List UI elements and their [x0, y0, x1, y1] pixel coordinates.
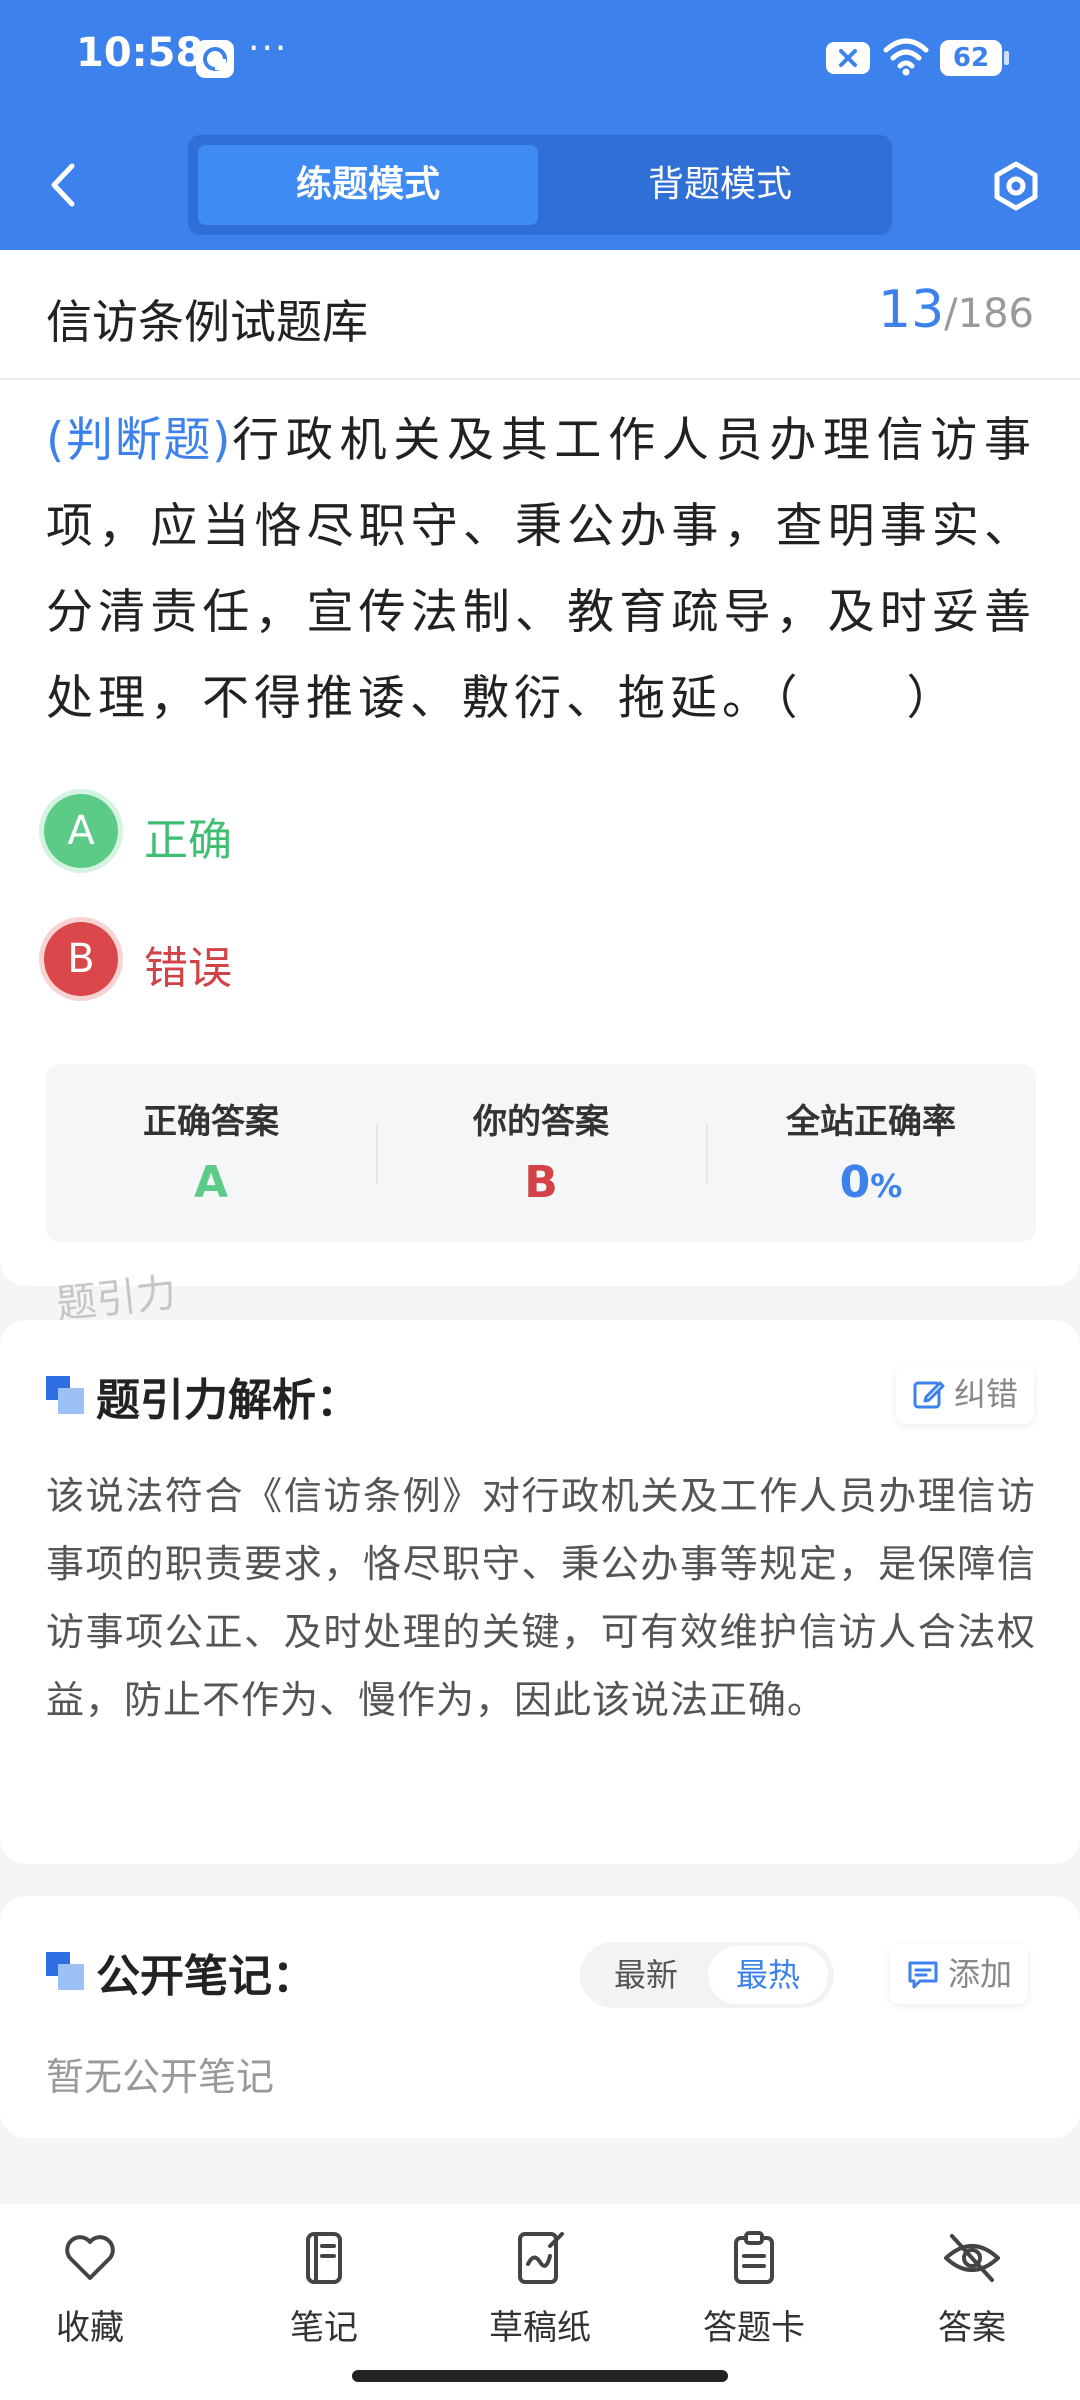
option-b[interactable]: B 错误 [40, 918, 440, 1008]
total-questions: 186 [957, 291, 1034, 337]
notes-title: 公开笔记： [96, 1951, 316, 2002]
notification-app-icon [196, 40, 234, 78]
accuracy-number: 0 [839, 1157, 871, 1208]
analysis-title: 题引力解析： [96, 1375, 360, 1426]
comment-icon [908, 1961, 938, 1989]
correct-answer-value: A [193, 1157, 229, 1208]
notes-label: 笔记 [290, 2308, 358, 2348]
notes-sort-toggle: 最新 最热 [580, 1942, 834, 2008]
status-close-icon [826, 42, 870, 74]
status-time: 10:58 [76, 30, 204, 76]
answer-stats-box: 正确答案 A 你的答案 B 全站正确率 0% [46, 1064, 1036, 1242]
notebook-icon [306, 2232, 342, 2284]
draft-paper-label: 草稿纸 [489, 2308, 591, 2348]
settings-button[interactable] [990, 160, 1042, 212]
sort-newest-button[interactable]: 最新 [586, 1942, 706, 2008]
show-answer-button[interactable]: 答案 [882, 2228, 1062, 2349]
report-error-button[interactable]: 纠错 [896, 1364, 1035, 1424]
clipboard-icon [734, 2231, 774, 2284]
divider [0, 378, 1080, 380]
favorite-button[interactable]: 收藏 [0, 2228, 180, 2349]
home-indicator[interactable] [352, 2370, 728, 2382]
accuracy-col: 全站正确率 0% [706, 1094, 1036, 1208]
top-bar: 10:58 ··· 62 练题模式 背题模式 [0, 0, 1080, 250]
accuracy-heading: 全站正确率 [786, 1102, 956, 1142]
correct-answer-heading: 正确答案 [143, 1102, 279, 1142]
analysis-card: 题引力解析： 纠错 该说法符合《信访条例》对行政机关及工作人员办理信访事项的职责… [0, 1320, 1080, 1864]
your-answer-heading: 你的答案 [473, 1102, 609, 1142]
option-b-label: 错误 [144, 943, 232, 994]
public-notes-card: 公开笔记： 最新 最热 添加 暂无公开笔记 [0, 1896, 1080, 2138]
question-text-block: (判断题)行政机关及其工作人员办理信访事项，应当恪尽职守、秉公办事，查明事实、分… [46, 398, 1036, 742]
option-a-letter: A [44, 794, 118, 868]
your-answer-col: 你的答案 B [376, 1094, 706, 1208]
tab-memorize-mode[interactable]: 背题模式 [550, 145, 890, 225]
back-button[interactable] [44, 160, 84, 210]
sort-hottest-button[interactable]: 最热 [708, 1946, 828, 2004]
accuracy-value: 0% [706, 1157, 1036, 1208]
section-square-icon [46, 1376, 84, 1414]
analysis-text: 该说法符合《信访条例》对行政机关及工作人员办理信访事项的职责要求，恪尽职守、秉公… [46, 1474, 1036, 1722]
status-more-dots: ··· [248, 28, 289, 69]
tab-practice-mode[interactable]: 练题模式 [198, 145, 538, 225]
correct-answer-col: 正确答案 A [46, 1094, 376, 1208]
draft-paper-button[interactable]: 草稿纸 [450, 2228, 630, 2349]
option-a-label: 正确 [144, 815, 232, 866]
wifi-icon [882, 38, 930, 80]
answer-sheet-button[interactable]: 答题卡 [664, 2228, 844, 2349]
add-note-button[interactable]: 添加 [890, 1944, 1029, 2004]
empty-notes-text: 暂无公开笔记 [46, 2055, 275, 2099]
favorite-label: 收藏 [56, 2308, 124, 2348]
question-type: (判断题) [46, 413, 231, 468]
accuracy-unit: % [870, 1167, 903, 1205]
notes-button[interactable]: 笔记 [234, 2228, 414, 2349]
question-card: 信访条例试题库 13/186 (判断题)行政机关及其工作人员办理信访事项，应当恪… [0, 250, 1080, 1286]
heart-icon [65, 2235, 115, 2280]
answer-sheet-label: 答题卡 [703, 2308, 805, 2348]
question-bank-title: 信访条例试题库 [46, 295, 368, 349]
option-a[interactable]: A 正确 [40, 790, 440, 880]
battery-indicator: 62 [940, 40, 1009, 76]
your-answer-value: B [524, 1157, 558, 1208]
report-error-label: 纠错 [954, 1375, 1019, 1413]
option-b-letter: B [44, 922, 118, 996]
mode-switcher: 练题模式 背题模式 [188, 135, 892, 235]
counter-separator: / [944, 291, 958, 337]
eye-off-icon [944, 2234, 1000, 2282]
section-square-icon [46, 1952, 84, 1990]
current-question-number: 13 [877, 280, 945, 340]
add-note-label: 添加 [948, 1955, 1013, 1993]
show-answer-label: 答案 [938, 2308, 1006, 2348]
edit-icon [913, 1381, 945, 1409]
draft-icon [518, 2232, 564, 2284]
question-counter: 13/186 [878, 280, 1034, 340]
